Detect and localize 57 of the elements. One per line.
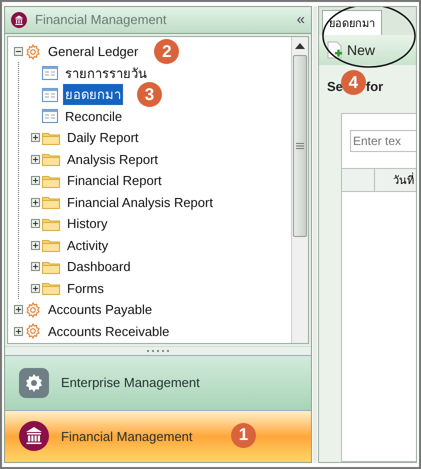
scroll-up-icon[interactable] [295, 42, 305, 49]
gear-icon [25, 302, 41, 318]
folder-icon [42, 260, 60, 274]
tree-item[interactable]: Analysis Report [65, 152, 160, 167]
tree-item[interactable]: Activity [65, 238, 110, 253]
tree-item[interactable]: Financial Analysis Report [65, 194, 215, 210]
new-document-icon [327, 41, 343, 59]
folder-icon [42, 130, 60, 145]
expand-icon[interactable] [31, 176, 40, 186]
expand-icon[interactable] [31, 133, 40, 142]
scrollbar[interactable] [291, 36, 308, 344]
tree-item[interactable]: Accounts Payable [46, 302, 154, 318]
folder-icon [42, 216, 60, 231]
collapse-button[interactable]: « [296, 11, 305, 28]
expand-icon[interactable] [31, 240, 40, 250]
folder-icon [42, 238, 60, 252]
tree-item[interactable]: Daily Report [65, 130, 141, 146]
module-button[interactable]: Financial Management 1 [5, 410, 311, 462]
bank-icon [11, 12, 27, 28]
folder-icon [42, 281, 60, 296]
expand-icon[interactable] [14, 305, 23, 314]
tab[interactable]: ยอดยกมา [322, 10, 382, 35]
tree-item[interactable]: Financial Report [65, 173, 164, 188]
tree-item[interactable]: Reconcile [63, 108, 124, 124]
folder-icon [42, 174, 60, 188]
search-label: for [366, 79, 384, 94]
tree-item[interactable]: Forms [65, 280, 106, 296]
tree-item[interactable]: Dashboard [65, 259, 133, 274]
gear-icon [25, 44, 41, 60]
folder-icon [42, 195, 60, 210]
form-icon [42, 66, 58, 80]
bank-icon [19, 421, 49, 452]
tree-item[interactable]: General Ledger [46, 44, 140, 60]
expand-icon[interactable] [14, 326, 23, 336]
expand-icon[interactable] [31, 262, 40, 272]
callout-badge: 2 [154, 39, 180, 64]
tree-item[interactable]: รายการรายวัน [63, 62, 149, 84]
gear-icon [19, 368, 49, 398]
tree-item[interactable]: ยอดยกมา [63, 84, 123, 106]
expand-icon[interactable] [31, 154, 40, 164]
folder-icon [42, 152, 60, 166]
collapse-icon[interactable] [14, 47, 23, 56]
tree-item[interactable]: Accounts Receivable [46, 324, 172, 339]
callout-badge: 3 [137, 82, 162, 108]
expand-icon[interactable] [31, 198, 40, 207]
search-field[interactable]: Enter tex [350, 130, 416, 152]
panel-title: Financial Management [35, 12, 168, 28]
tree-item[interactable]: History [65, 216, 110, 232]
form-icon [42, 109, 58, 124]
gear-icon [25, 323, 41, 340]
expand-icon[interactable] [31, 219, 40, 228]
form-icon [42, 88, 58, 102]
module-button[interactable]: Enterprise Management [5, 354, 311, 410]
search-label: Se [327, 79, 343, 94]
callout-badge: 1 [231, 422, 256, 448]
expand-icon[interactable] [31, 284, 40, 293]
scroll-thumb[interactable] [293, 54, 307, 237]
